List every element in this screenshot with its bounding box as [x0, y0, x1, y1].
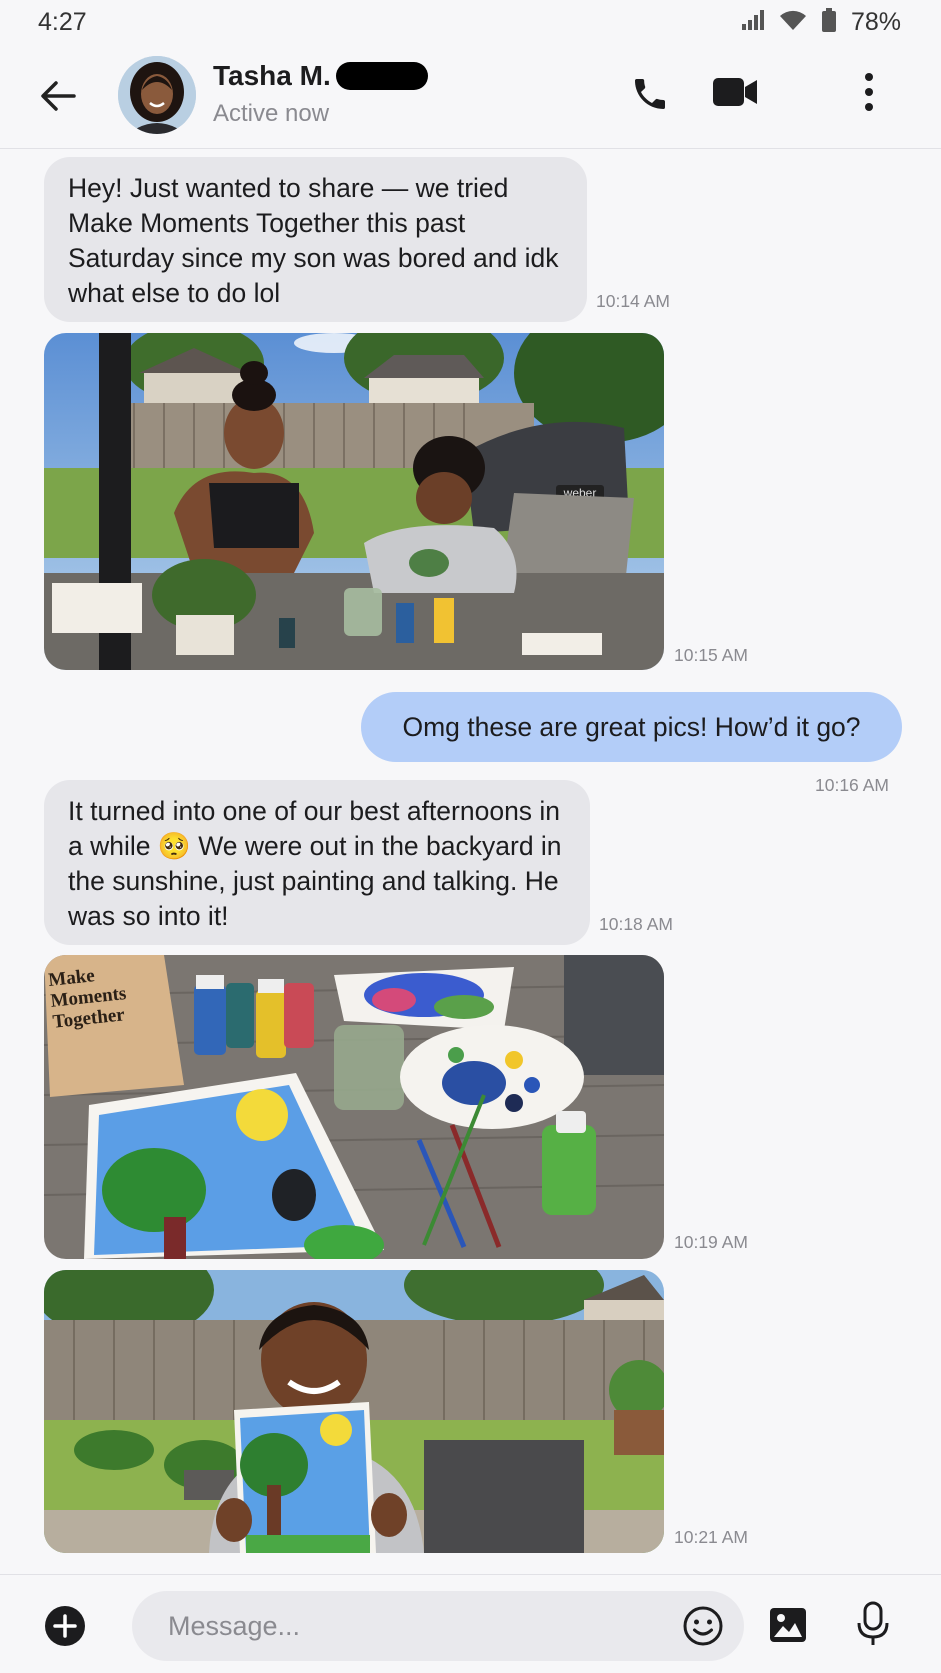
- status-indicators: 78%: [741, 8, 901, 37]
- more-vertical-icon: [865, 73, 873, 111]
- emoji-button[interactable]: [682, 1605, 724, 1652]
- outgoing-message-bubble[interactable]: Omg these are great pics! How’d it go?: [361, 692, 902, 762]
- message-text: Omg these are great pics! How’d it go?: [402, 711, 861, 742]
- status-time: 4:27: [38, 8, 87, 36]
- paintings-table-photo[interactable]: Make Moments Together: [44, 955, 664, 1259]
- signal-icon: [741, 9, 765, 36]
- backyard-painting-photo[interactable]: weber: [44, 333, 664, 670]
- message-timestamp: 10:15 AM: [674, 645, 748, 665]
- back-arrow-icon: [41, 81, 76, 111]
- message-timestamp: 10:19 AM: [674, 1232, 748, 1252]
- status-bar: 4:27 78%: [0, 0, 941, 44]
- voice-message-button[interactable]: [855, 1601, 891, 1652]
- battery-percent: 78%: [850, 8, 901, 36]
- message-timestamp: 10:18 AM: [599, 914, 673, 934]
- battery-icon: [821, 8, 837, 37]
- message-composer: [0, 1574, 941, 1673]
- more-options-button[interactable]: [864, 72, 874, 117]
- video-camera-icon: [713, 78, 757, 106]
- add-attachment-button[interactable]: [44, 1605, 86, 1652]
- avatar[interactable]: [118, 56, 196, 134]
- video-call-button[interactable]: [712, 75, 758, 114]
- boy-holding-painting-photo[interactable]: [44, 1270, 664, 1553]
- phone-icon: [635, 79, 665, 109]
- message-text: It turned into one of our best afternoon…: [68, 796, 562, 931]
- back-button[interactable]: [36, 74, 80, 118]
- wifi-icon: [779, 9, 807, 36]
- contact-status: Active now: [213, 100, 330, 127]
- incoming-message-bubble[interactable]: Hey! Just wanted to share — we tried Mak…: [44, 157, 587, 322]
- contact-name: Tasha M.: [213, 60, 331, 91]
- incoming-message-bubble[interactable]: It turned into one of our best afternoon…: [44, 780, 590, 945]
- message-timestamp: 10:16 AM: [815, 775, 889, 795]
- image-icon: [770, 1608, 806, 1642]
- message-input[interactable]: [132, 1591, 744, 1661]
- conversation-header: Tasha M. Active now: [0, 44, 941, 149]
- microphone-icon: [857, 1601, 889, 1645]
- call-button[interactable]: [630, 74, 670, 119]
- plus-circle-icon: [45, 1606, 85, 1646]
- redacted-name: [336, 62, 428, 90]
- gallery-button[interactable]: [768, 1605, 808, 1650]
- message-timestamp: 10:14 AM: [596, 291, 670, 311]
- message-text: Hey! Just wanted to share — we tried Mak…: [68, 173, 559, 308]
- smiley-icon: [683, 1606, 723, 1646]
- message-timestamp: 10:21 AM: [674, 1527, 748, 1547]
